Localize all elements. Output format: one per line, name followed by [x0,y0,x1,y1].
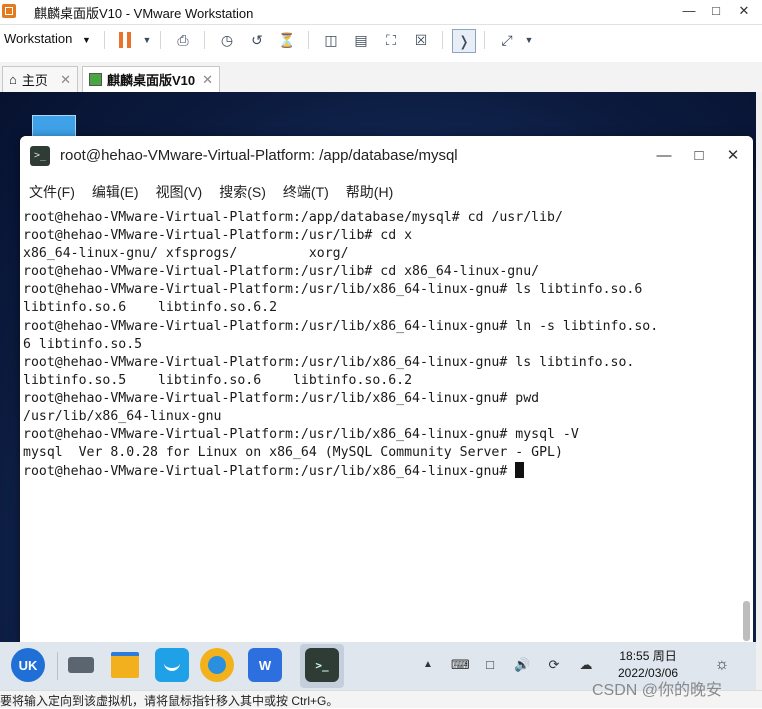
terminal-line: root@hehao-VMware-Virtual-Platform:/usr/… [23,390,540,406]
power-dropdown-icon[interactable]: ▼ [138,31,156,49]
menu-view[interactable]: 视图(V) [147,176,211,206]
terminal-menubar: 文件(F) 编辑(E) 视图(V) 搜索(S) 终端(T) 帮助(H) [20,176,753,206]
night-mode-icon[interactable]: ☼ [714,657,730,673]
tab-home-label: 主页 [21,73,48,88]
snapshot-icon[interactable]: ◷ [218,31,236,49]
close-icon[interactable]: ✕ [732,1,756,21]
toolbar-divider [484,31,485,49]
stretch-dropdown-icon[interactable]: ▼ [520,31,538,49]
send-ctrl-alt-del-icon[interactable]: ⎙ [174,31,192,49]
vmware-toolbar: Workstation ▼ ▼ ⎙ ◷ ↺ ⏳ ◫ ▤ ⛶ ☒ ❭ ⤢ ▼ [0,25,762,55]
stretch-guest-icon[interactable]: ⤢ [498,31,516,49]
maximize-icon[interactable]: □ [704,1,728,21]
tab-kylin-vm[interactable]: 麒麟桌面版V10 ✕ [82,66,220,92]
menu-search[interactable]: 搜索(S) [210,176,274,206]
window-title: 麒麟桌面版V10 - VMware Workstation [34,6,254,21]
tab-vm-label: 麒麟桌面版V10 [107,73,196,88]
library-view-icon[interactable]: ◫ [322,31,340,49]
terminal-output: root@hehao-VMware-Virtual-Platform:/app/… [23,209,658,481]
wps-writer-icon[interactable]: W [248,648,282,682]
menu-file[interactable]: 文件(F) [20,176,83,206]
terminal-line: /usr/lib/x86_64-linux-gnu [23,409,222,425]
tray-expand-icon[interactable]: ▲ [420,657,436,673]
volume-icon[interactable]: 🔊 [514,657,530,673]
start-menu-label: UK [18,657,38,673]
menu-terminal[interactable]: 终端(T) [274,176,337,206]
network-icon[interactable]: ☁ [578,657,594,673]
terminal-line: root@hehao-VMware-Virtual-Platform:/usr/… [23,354,635,370]
terminal-line: root@hehao-VMware-Virtual-Platform:/usr/… [23,282,643,298]
csdn-watermark: CSDN @你的晚安 [592,682,723,699]
tab-close-icon[interactable]: ✕ [60,72,71,88]
terminal-prompt: root@hehao-VMware-Virtual-Platform:/usr/… [23,464,516,480]
menu-edit[interactable]: 编辑(E) [83,176,147,206]
terminal-maximize-icon[interactable]: □ [689,146,709,166]
terminal-line: root@hehao-VMware-Virtual-Platform:/usr/… [23,264,540,280]
terminal-window: >_ root@hehao-VMware-Virtual-Platform: /… [20,136,753,646]
unity-icon[interactable]: ☒ [412,31,430,49]
terminal-close-icon[interactable]: ✕ [723,146,743,166]
notification-icon[interactable]: □ [482,657,498,673]
terminal-line: libtinfo.so.6 libtinfo.so.6.2 [23,300,278,316]
terminal-minimize-icon[interactable]: — [654,146,674,166]
toolbar-divider [204,31,205,49]
app-store-icon[interactable] [155,648,189,682]
vmware-titlebar: 麒麟桌面版V10 - VMware Workstation — □ ✕ [0,0,762,25]
tab-home[interactable]: ⌂ 主页 ✕ [2,66,78,92]
toolbar-divider [442,31,443,49]
status-message: 要将输入定向到该虚拟机，请将鼠标指针移入其中或按 Ctrl+G。 [0,694,339,708]
clock-time: 18:55 周日 [619,649,677,663]
snapshot-manager-icon[interactable]: ⏳ [278,31,296,49]
full-screen-icon[interactable]: ⛶ [382,31,400,49]
terminal-body[interactable]: root@hehao-VMware-Virtual-Platform:/app/… [20,206,753,646]
workstation-menu-label: Workstation [4,31,73,46]
minimize-icon[interactable]: — [677,1,701,21]
terminal-icon: >_ [30,146,50,166]
browser-icon[interactable] [200,648,234,682]
menu-help[interactable]: 帮助(H) [337,176,401,206]
terminal-line: libtinfo.so.5 libtinfo.so.6 libtinfo.so.… [23,372,413,388]
terminal-task-label: >_ [315,658,329,672]
terminal-line: root@hehao-VMware-Virtual-Platform:/usr/… [23,427,579,443]
terminal-line: root@hehao-VMware-Virtual-Platform:/app/… [23,210,563,225]
wps-writer-label: W [258,657,272,673]
thumbnail-view-icon[interactable]: ▤ [352,31,370,49]
terminal-line: root@hehao-VMware-Virtual-Platform:/usr/… [23,318,659,334]
vmware-logo-icon [2,4,16,18]
guest-desktop: >_ root@hehao-VMware-Virtual-Platform: /… [0,92,756,690]
tab-bar: ⌂ 主页 ✕ 麒麟桌面版V10 ✕ [0,62,762,93]
terminal-line: 6 libtinfo.so.5 [23,336,143,352]
console-view-icon[interactable]: ❭ [452,29,476,53]
terminal-titlebar: >_ root@hehao-VMware-Virtual-Platform: /… [20,136,753,176]
toolbar-divider [104,31,105,49]
start-menu-button[interactable]: UK [11,648,45,682]
terminal-line: root@hehao-VMware-Virtual-Platform:/usr/… [23,228,413,244]
toolbar-divider [160,31,161,49]
show-desktop-icon[interactable] [64,648,98,682]
vm-tab-icon [89,73,102,86]
text-cursor [515,462,525,479]
terminal-line: x86_64-linux-gnu/ xfsprogs/ xorg/ [23,246,349,262]
workstation-menu-button[interactable]: Workstation ▼ [4,31,91,46]
tab-close-icon[interactable]: ✕ [202,72,213,88]
revert-snapshot-icon[interactable]: ↺ [248,31,266,49]
toolbar-divider [308,31,309,49]
home-icon: ⌂ [9,72,17,87]
terminal-line: mysql Ver 8.0.28 for Linux on x86_64 (My… [23,445,563,461]
terminal-task-icon[interactable]: >_ [305,648,339,682]
chevron-down-icon: ▼ [82,35,91,45]
terminal-scrollbar[interactable] [743,601,750,641]
file-manager-icon[interactable] [108,648,142,682]
sync-icon[interactable]: ⟳ [546,657,562,673]
taskbar-divider [57,652,58,680]
keyboard-icon[interactable]: ⌨ [451,657,470,673]
pause-icon[interactable] [116,31,134,49]
terminal-title: root@hehao-VMware-Virtual-Platform: /app… [60,147,458,164]
vm-scrollbar[interactable] [756,92,762,690]
